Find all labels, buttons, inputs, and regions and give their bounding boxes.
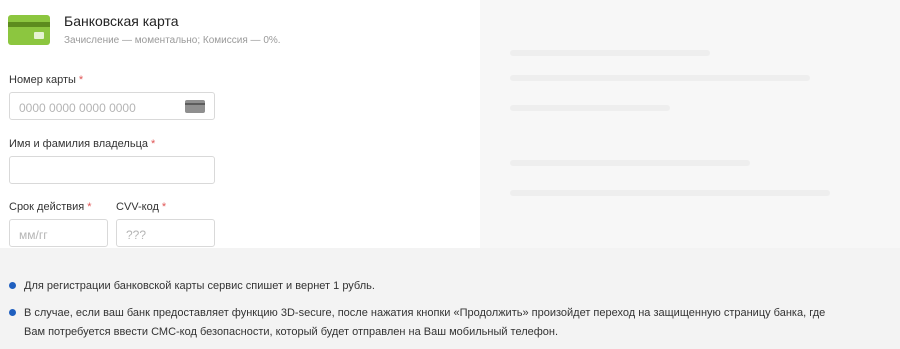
holder-name-input[interactable] (9, 156, 215, 184)
credit-card-icon (185, 100, 205, 113)
card-number-placeholder: 0000 0000 0000 0000 (19, 101, 136, 115)
cvv-placeholder: ??? (126, 228, 147, 242)
expiry-label: Срок действия * (9, 201, 92, 213)
bullet-dot (9, 282, 16, 289)
note-3dsecure-line2: Вам потребуется ввести СМС-код безопасно… (24, 326, 559, 338)
bank-card-icon (8, 15, 50, 45)
cvv-input[interactable]: ??? (116, 219, 215, 247)
card-number-input[interactable]: 0000 0000 0000 0000 (9, 92, 215, 120)
method-subtitle: Зачисление — моментально; Комиссия — 0%. (64, 35, 281, 46)
card-number-label: Номер карты * (9, 74, 84, 86)
bullet-dot (9, 309, 16, 316)
required-mark: * (78, 74, 84, 86)
required-mark: * (87, 201, 92, 213)
required-mark: * (151, 138, 156, 150)
cvv-label: CVV-код * (116, 201, 167, 213)
note-refund: Для регистрации банковской карты сервис … (24, 280, 375, 292)
required-mark: * (161, 201, 167, 213)
holder-name-label: Имя и фамилия владельца * (9, 138, 156, 150)
note-3dsecure-line1: В случае, если ваш банк предоставляет фу… (24, 307, 826, 319)
method-title: Банковская карта (64, 13, 179, 29)
expiry-placeholder: мм/гг (19, 228, 48, 242)
expiry-input[interactable]: мм/гг (9, 219, 108, 247)
